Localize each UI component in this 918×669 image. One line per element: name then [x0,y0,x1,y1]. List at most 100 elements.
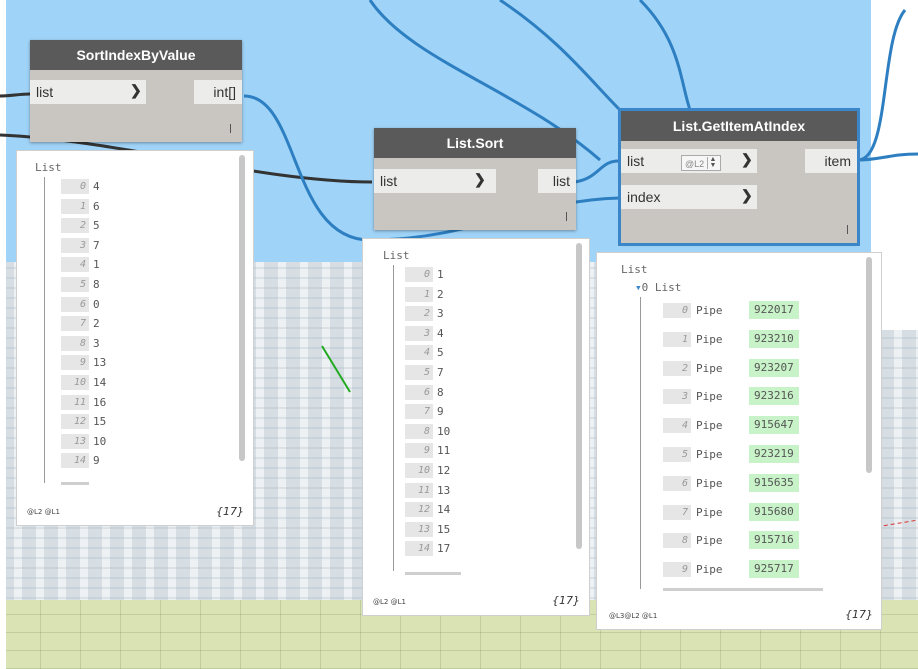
list-index: 7 [663,504,691,520]
list-index: 14 [405,541,433,557]
wire-top-2[interactable] [638,0,692,111]
element-id[interactable]: 923219 [749,445,799,463]
port-label: list [36,84,54,100]
node-title[interactable]: List.Sort [374,128,576,158]
node-list-sort[interactable]: List.Sort list ❯ list [374,128,576,230]
list-index: 10 [61,375,89,390]
list-index: 11 [61,394,89,410]
list-item: 14 9 [17,451,217,470]
element-id[interactable]: 915635 [749,473,799,492]
list-item: 25 [17,216,217,235]
element-id[interactable]: 922017 [749,301,799,319]
level-indicator: @L2 @L1 [27,508,60,516]
list-item: 9 11 [363,441,563,460]
list-item: 68 [363,383,563,402]
preview-header: List [621,263,648,276]
list-value: 2 [437,287,444,301]
list-item: 11 13 [363,481,563,500]
wire-out-item[interactable] [857,9,907,162]
list-index: 6 [663,475,691,491]
list-item: 23 [363,304,563,323]
scrollbar[interactable] [866,257,872,473]
input-port-index[interactable]: index [621,185,757,209]
item-count: {17} [845,608,873,621]
expand-triangle-icon[interactable]: ▾ [635,281,642,294]
list-value: 7 [437,366,444,379]
list-item: 41 [17,255,217,274]
list-index: 0 [405,267,433,282]
port-label: item [824,153,851,169]
list-index: 9 [61,355,89,371]
element-type: Pipe [696,304,723,317]
list-item: 9 13 [17,353,217,372]
input-port-list[interactable]: list @L2 ▲ ▼ [621,149,757,173]
element-id[interactable]: 915716 [749,531,799,550]
list-value: 8 [93,278,100,291]
element-id[interactable]: 915680 [749,502,799,521]
list-item: 45 [363,343,563,362]
level-indicator: @L2 @L1 [373,598,406,606]
list-value: 5 [437,346,444,360]
node-title[interactable]: List.GetItemAtIndex [621,111,857,141]
element-id[interactable]: 923210 [749,329,799,348]
preview-list-getitematindex[interactable]: List ▾0 List 0 Pipe 922017 1 Pipe 923210 2 Pipe… [596,252,882,630]
element-id[interactable]: 923216 [749,387,799,406]
list-value: 3 [437,307,444,321]
element-id[interactable]: 923207 [749,358,799,377]
element-type: Pipe [696,448,723,461]
list-index: 9 [405,443,433,459]
list-index: 9 [663,562,691,578]
list-item: 04 [17,177,217,196]
preview-list-sort[interactable]: List 0 1 1 2 2 3 3 4 4 5 5 7 6 8 7 9 8 10 9 11 10 12 11 13 12 14 1… [362,238,590,616]
element-id[interactable]: 925717 [749,560,799,579]
list-index: 7 [405,404,433,420]
list-value: 7 [93,238,100,252]
element-id[interactable]: 915647 [749,416,799,435]
list-index: 0 [663,303,691,318]
element-type: Pipe [696,505,723,519]
list-index: 6 [61,296,89,312]
scrollbar[interactable] [239,155,245,461]
resize-handle[interactable] [847,225,848,234]
clipped-row [663,588,823,591]
resize-handle[interactable] [566,212,567,221]
output-port-list[interactable]: list [538,169,576,193]
list-index: 1 [663,331,691,347]
list-item: 6 Pipe 915635 [597,473,857,493]
list-value: 9 [93,454,100,468]
list-item: 11 16 [17,393,217,412]
sublist-header[interactable]: ▾0 List [635,281,681,294]
wire-in-sortindex[interactable] [0,92,31,98]
wire-listsort-to-getitem-list[interactable] [574,159,621,184]
preview-header: List [383,249,410,262]
input-port-list[interactable]: list [30,80,146,104]
list-value: 14 [93,376,107,389]
chevron-right-icon: ❯ [741,151,753,167]
list-index: 1 [61,198,89,214]
list-item: 12 [363,285,563,304]
graph-canvas[interactable]: SortIndexByValue list ❯ int[] List 04162… [0,0,918,669]
node-list-getitematindex[interactable]: List.GetItemAtIndex list @L2 ▲ ▼ ❯ item i… [618,108,860,246]
list-index: 1 [405,286,433,302]
list-item: 01 [363,265,563,284]
resize-handle[interactable] [230,124,231,133]
scrollbar[interactable] [576,243,582,549]
output-port-int-array[interactable]: int[] [194,80,242,104]
level-spinner-icon[interactable]: ▲ ▼ [707,156,718,169]
wire-top-3[interactable] [499,0,622,112]
node-sortindexbyvalue[interactable]: SortIndexByValue list ❯ int[] [30,40,242,142]
list-item: 3 Pipe 923216 [597,387,857,406]
clipped-row [405,572,461,575]
list-value: 4 [437,326,444,340]
level-indicator: @L3@L2 @L1 [609,612,658,620]
node-title[interactable]: SortIndexByValue [30,40,242,70]
list-item: 79 [363,402,563,421]
list-value: 15 [437,522,451,536]
preview-sortindexbyvalue[interactable]: List 0 4 1 6 2 5 3 7 4 1 5 8 6 0 7 2 8 3 9 13 10 14 11 16 12 15 13… [16,150,254,526]
list-index: 14 [61,453,89,469]
output-port-item[interactable]: item [805,149,857,173]
list-index: 10 [405,463,433,478]
list-value: 10 [437,424,451,438]
list-level-selector[interactable]: @L2 ▲ ▼ [681,155,721,171]
list-index: 3 [405,325,433,341]
